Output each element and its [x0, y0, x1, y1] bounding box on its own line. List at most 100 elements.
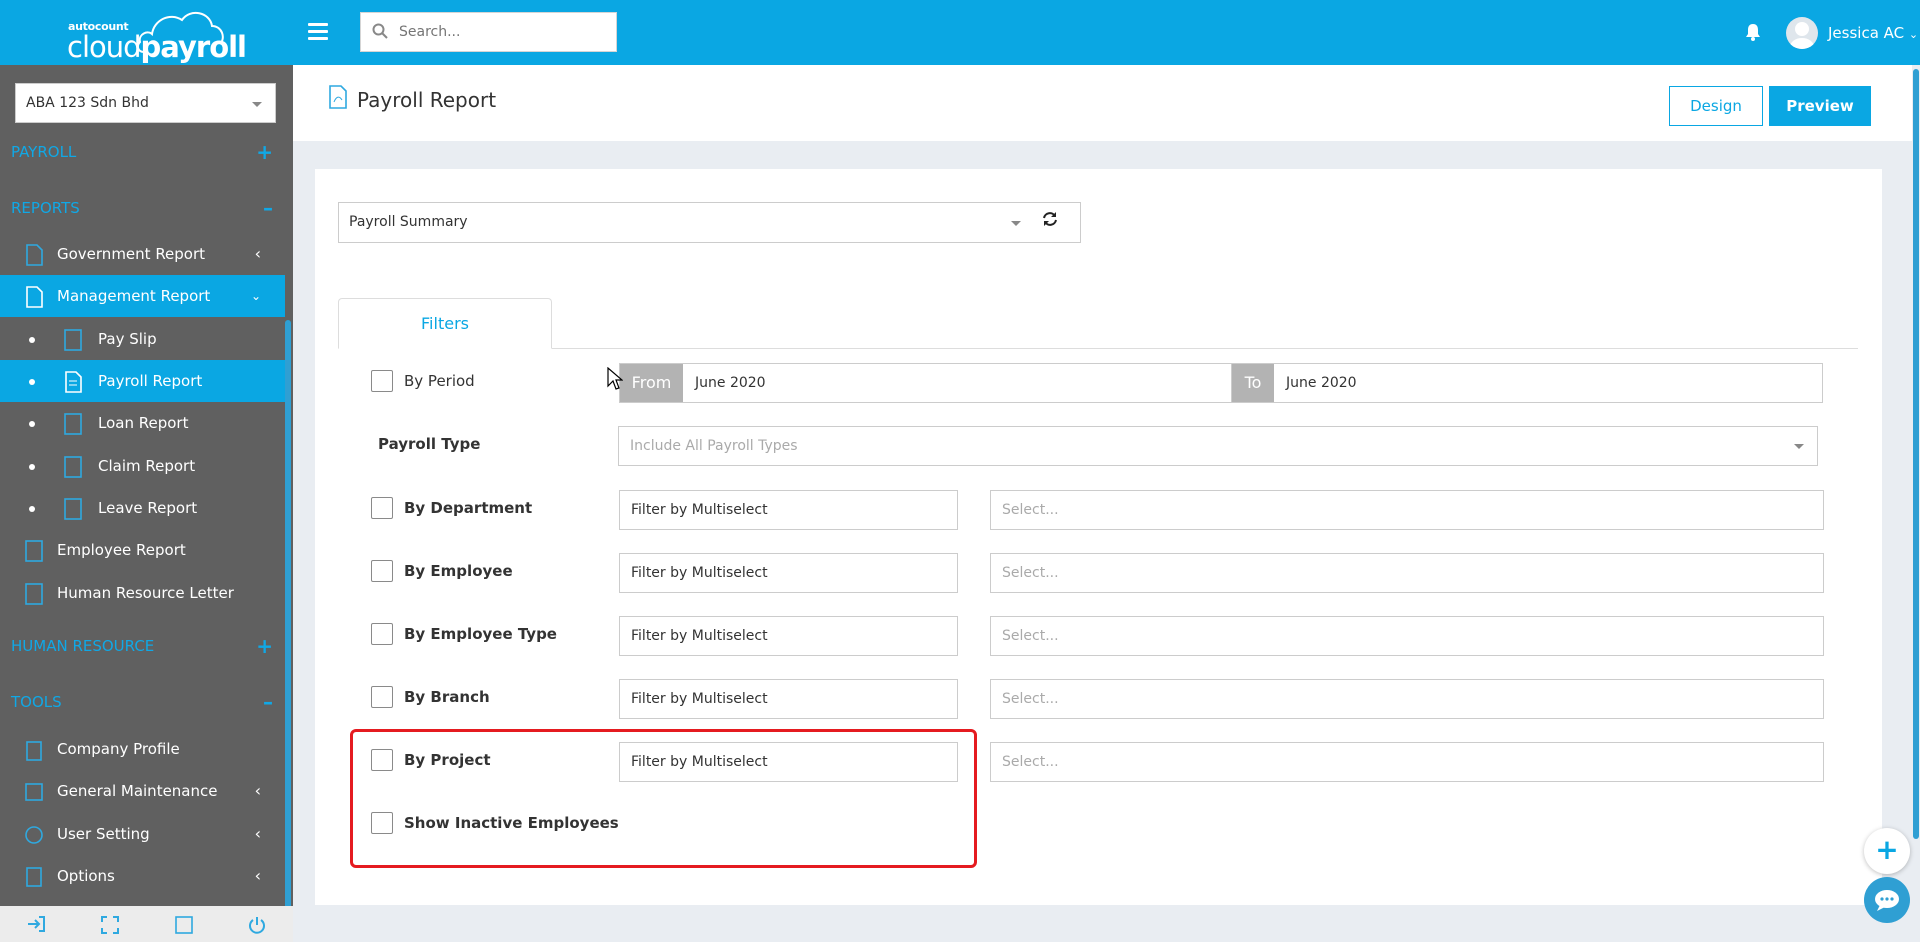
- section-reports[interactable]: REPORTS –: [0, 188, 293, 228]
- from-period-input[interactable]: June 2020: [695, 375, 766, 391]
- mode-value: Filter by Multiselect: [631, 502, 768, 518]
- company-select[interactable]: ABA 123 Sdn Bhd: [15, 83, 276, 123]
- sidebar-item-label: Claim Report: [98, 457, 196, 475]
- menu-toggle-icon[interactable]: [308, 23, 328, 41]
- sidebar-item-leave-report[interactable]: Leave Report: [0, 487, 285, 529]
- department-label: By Department: [404, 499, 533, 517]
- refresh-icon[interactable]: [1042, 211, 1058, 227]
- chevron-left-icon: ‹: [254, 866, 261, 885]
- company-select-value: ABA 123 Sdn Bhd: [26, 95, 149, 111]
- payroll-type-select[interactable]: Include All Payroll Types: [618, 426, 1818, 466]
- chevron-down-icon: ⌄: [1908, 28, 1919, 41]
- search-box[interactable]: [360, 12, 617, 52]
- expand-icon: +: [256, 140, 273, 164]
- section-human-resource[interactable]: HUMAN RESOURCE +: [0, 626, 293, 666]
- page-header: Payroll Report Design Preview: [293, 65, 1913, 141]
- branch-multiselect[interactable]: Select...: [990, 679, 1824, 719]
- logout-icon[interactable]: [27, 916, 45, 936]
- caret-down-icon: [252, 102, 262, 107]
- sidebar-item-label: Leave Report: [98, 499, 198, 517]
- report-icon: [65, 371, 82, 393]
- section-payroll[interactable]: PAYROLL +: [0, 132, 293, 172]
- mode-value: Filter by Multiselect: [631, 628, 768, 644]
- employee-report-icon: [25, 540, 43, 562]
- section-label: REPORTS: [11, 199, 80, 217]
- section-tools[interactable]: TOOLS –: [0, 682, 293, 722]
- user-menu[interactable]: Jessica AC ⌄: [1828, 24, 1918, 42]
- avatar[interactable]: [1786, 17, 1818, 49]
- sidebar-item-payroll-report[interactable]: Payroll Report: [0, 360, 285, 402]
- sidebar-scrollbar[interactable]: [285, 320, 291, 920]
- section-label: TOOLS: [11, 693, 62, 711]
- employee-type-label: By Employee Type: [404, 625, 557, 643]
- sidebar-item-label: User Setting: [57, 825, 150, 843]
- report-select[interactable]: Payroll Summary: [338, 202, 1081, 243]
- mouse-cursor-icon: [607, 367, 623, 390]
- add-fab-button[interactable]: +: [1864, 828, 1910, 874]
- language-icon[interactable]: [175, 916, 193, 938]
- department-checkbox[interactable]: [371, 497, 393, 519]
- letter-icon: [25, 583, 43, 605]
- pdf-document-icon: [329, 85, 347, 109]
- multiselect-placeholder: Select...: [1002, 754, 1059, 770]
- document-icon: [26, 244, 43, 266]
- to-addon: To: [1232, 364, 1274, 402]
- period-checkbox[interactable]: [371, 370, 393, 392]
- employee-type-mode-select[interactable]: Filter by Multiselect: [619, 616, 958, 656]
- sidebar-item-label: Loan Report: [98, 414, 189, 432]
- collapse-icon: –: [263, 196, 273, 220]
- logo-text-light: cloud: [67, 30, 142, 64]
- sidebar-item-label: Pay Slip: [98, 330, 157, 348]
- department-multiselect[interactable]: Select...: [990, 490, 1824, 530]
- app-logo[interactable]: autocount cloudpayroll: [0, 0, 293, 65]
- branch-mode-select[interactable]: Filter by Multiselect: [619, 679, 958, 719]
- user-setting-icon: [25, 826, 43, 844]
- employee-type-checkbox[interactable]: [371, 623, 393, 645]
- from-addon: From: [620, 364, 683, 402]
- sidebar-item-employee-report[interactable]: Employee Report: [0, 529, 285, 571]
- employee-type-multiselect[interactable]: Select...: [990, 616, 1824, 656]
- notification-bell-icon[interactable]: [1744, 23, 1762, 41]
- project-multiselect[interactable]: Select...: [990, 742, 1824, 782]
- sidebar-item-user-setting[interactable]: User Setting ‹: [0, 813, 285, 855]
- sidebar-item-options[interactable]: Options ‹: [0, 855, 285, 897]
- sidebar-item-general-maintenance[interactable]: General Maintenance ‹: [0, 770, 285, 812]
- sidebar-item-loan-report[interactable]: Loan Report: [0, 402, 285, 444]
- sidebar-item-pay-slip[interactable]: Pay Slip: [0, 318, 285, 360]
- sidebar-item-company-profile[interactable]: Company Profile: [0, 728, 285, 770]
- claim-icon: [64, 456, 82, 478]
- sidebar-item-human-resource-letter[interactable]: Human Resource Letter: [0, 572, 285, 614]
- employee-checkbox[interactable]: [371, 560, 393, 582]
- section-label: PAYROLL: [11, 143, 77, 161]
- chevron-left-icon: ‹: [254, 244, 261, 263]
- tab-filters[interactable]: Filters: [338, 298, 552, 349]
- branch-checkbox[interactable]: [371, 686, 393, 708]
- power-icon[interactable]: [248, 916, 266, 938]
- caret-down-icon: [1011, 221, 1021, 226]
- sidebar-item-label: Employee Report: [57, 541, 186, 559]
- multiselect-placeholder: Select...: [1002, 565, 1059, 581]
- collapse-icon: –: [263, 690, 273, 714]
- page-scrollbar[interactable]: [1912, 65, 1920, 942]
- chevron-left-icon: ‹: [254, 781, 261, 800]
- department-mode-select[interactable]: Filter by Multiselect: [619, 490, 958, 530]
- fullscreen-icon[interactable]: [101, 916, 119, 938]
- sidebar-item-management-report[interactable]: Management Report ⌄: [0, 275, 285, 317]
- to-period-input[interactable]: June 2020: [1286, 375, 1357, 391]
- chevron-down-icon: ⌄: [250, 289, 261, 303]
- sidebar-item-government-report[interactable]: Government Report ‹: [0, 233, 285, 275]
- period-label: By Period: [404, 372, 475, 390]
- chat-fab-button[interactable]: [1864, 877, 1910, 923]
- sidebar-item-label: General Maintenance: [57, 782, 218, 800]
- employee-multiselect[interactable]: Select...: [990, 553, 1824, 593]
- search-input[interactable]: [399, 19, 609, 45]
- preview-button[interactable]: Preview: [1769, 86, 1871, 126]
- sidebar-item-claim-report[interactable]: Claim Report: [0, 445, 285, 487]
- pdf-document-icon: [26, 286, 43, 308]
- employee-mode-select[interactable]: Filter by Multiselect: [619, 553, 958, 593]
- mode-value: Filter by Multiselect: [631, 565, 768, 581]
- multiselect-placeholder: Select...: [1002, 502, 1059, 518]
- design-button[interactable]: Design: [1669, 86, 1763, 126]
- logo-text-bold: payroll: [140, 30, 247, 64]
- caret-down-icon: [1794, 444, 1804, 449]
